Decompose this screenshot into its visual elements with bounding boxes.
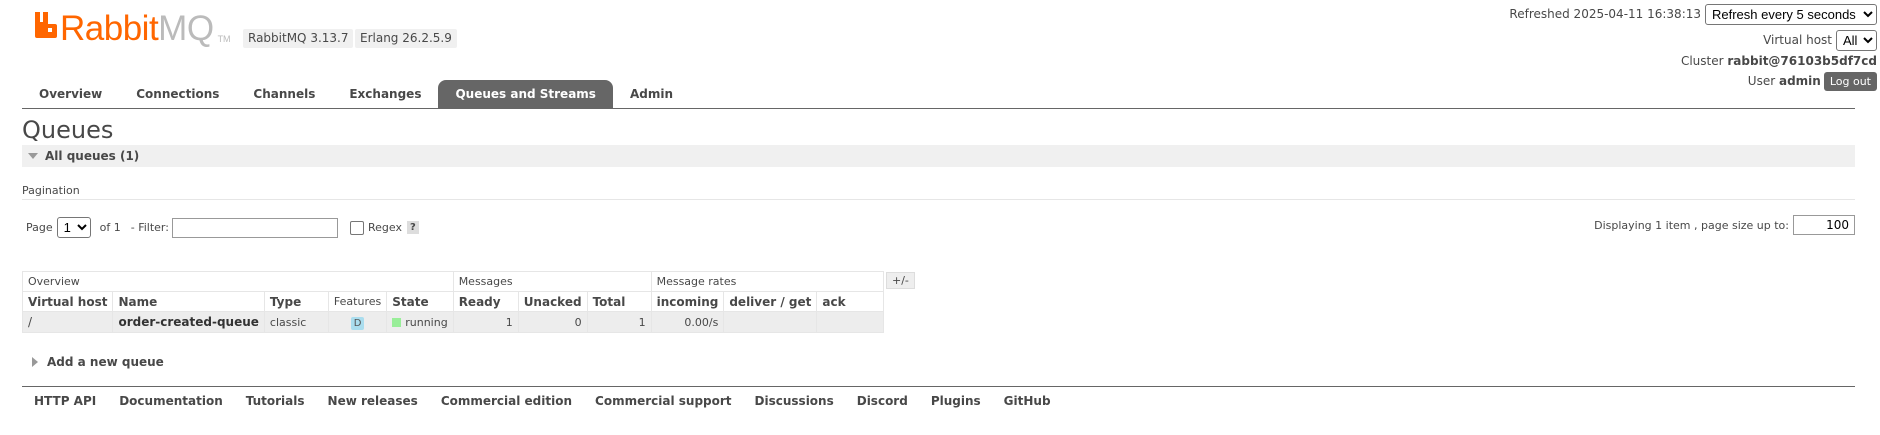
rabbitmq-version-badge: RabbitMQ 3.13.7	[243, 29, 354, 48]
cell-deliver-get	[723, 311, 818, 333]
tab-channels[interactable]: Channels	[236, 80, 332, 108]
cell-type: classic	[263, 311, 329, 333]
cell-ready: 1	[452, 311, 519, 333]
tab-connections[interactable]: Connections	[119, 80, 236, 108]
footer-link-http-api[interactable]: HTTP API	[34, 394, 96, 408]
col-type[interactable]: Type	[263, 291, 329, 312]
footer-link-tutorials[interactable]: Tutorials	[246, 394, 305, 408]
table-row: / order-created-queue classic D running …	[21, 311, 885, 333]
footer-link-discussions[interactable]: Discussions	[755, 394, 834, 408]
queues-table: Overview Messages Message rates Virtual …	[21, 271, 885, 333]
cell-incoming: 0.00/s	[650, 311, 725, 333]
pagination-label: Pagination	[22, 184, 80, 197]
col-features[interactable]: Features	[327, 291, 388, 312]
running-status-icon	[392, 317, 402, 327]
virtual-host-select[interactable]: All	[1836, 29, 1877, 51]
cell-virtual-host: /	[21, 311, 114, 333]
state-label: running	[405, 315, 448, 329]
footer-link-discord[interactable]: Discord	[857, 394, 908, 408]
col-ready[interactable]: Ready	[452, 291, 519, 312]
cell-unacked: 0	[517, 311, 588, 333]
regex-help-icon[interactable]: ?	[406, 221, 419, 234]
erlang-version-badge: Erlang 26.2.5.9	[355, 29, 457, 48]
expand-triangle-icon	[32, 357, 38, 367]
logo-trademark: TM	[217, 34, 231, 44]
cell-state: running	[386, 311, 454, 333]
col-unacked[interactable]: Unacked	[517, 291, 588, 312]
add-new-queue-toggle[interactable]: Add a new queue	[22, 355, 164, 369]
queue-name-link[interactable]: order-created-queue	[112, 311, 265, 333]
group-header-messages: Messages	[452, 271, 652, 292]
footer-divider	[22, 386, 1855, 387]
refreshed-timestamp: Refreshed 2025-04-11 16:38:13	[1509, 7, 1701, 21]
cell-features: D	[327, 311, 388, 333]
col-ack[interactable]: ack	[816, 291, 885, 312]
footer-links: HTTP API Documentation Tutorials New rel…	[34, 394, 1074, 408]
footer-link-plugins[interactable]: Plugins	[931, 394, 981, 408]
header-status: Refreshed 2025-04-11 16:38:13 Refresh ev…	[1509, 3, 1877, 91]
tab-exchanges[interactable]: Exchanges	[332, 80, 438, 108]
cluster-label: Cluster	[1680, 54, 1724, 68]
page-of-label: of 1	[99, 221, 121, 234]
col-incoming[interactable]: incoming	[650, 291, 725, 312]
col-virtual-host[interactable]: Virtual host	[21, 291, 114, 312]
col-state[interactable]: State	[386, 291, 454, 312]
pagination-controls: Page 1 of 1 - Filter: Regex ?	[26, 217, 419, 238]
collapse-triangle-icon	[28, 153, 38, 159]
page-label: Page	[26, 221, 53, 234]
column-toggle-button[interactable]: +/-	[886, 272, 915, 289]
footer-link-commercial-support[interactable]: Commercial support	[595, 394, 732, 408]
cluster-name: rabbit@76103b5df7cd	[1727, 54, 1877, 68]
displaying-label: Displaying 1 item , page size up to:	[1594, 218, 1789, 232]
virtual-host-label: Virtual host	[1763, 33, 1832, 47]
footer-link-documentation[interactable]: Documentation	[119, 394, 223, 408]
regex-label: Regex	[367, 221, 402, 234]
footer-link-new-releases[interactable]: New releases	[328, 394, 418, 408]
pagination-divider	[22, 199, 1855, 200]
add-queue-label: Add a new queue	[47, 355, 164, 369]
group-header-overview: Overview	[22, 271, 454, 292]
cell-ack	[816, 311, 885, 333]
col-name[interactable]: Name	[112, 291, 265, 312]
footer-link-github[interactable]: GitHub	[1004, 394, 1051, 408]
logo-text: RabbitMQ	[60, 9, 214, 48]
filter-input[interactable]	[171, 217, 338, 238]
tab-admin[interactable]: Admin	[613, 80, 690, 108]
main-nav-tabs: Overview Connections Channels Exchanges …	[22, 80, 1855, 109]
tab-overview[interactable]: Overview	[22, 80, 119, 108]
filter-label: - Filter:	[130, 221, 169, 234]
refresh-interval-select[interactable]: Refresh every 5 seconds	[1705, 3, 1877, 25]
page-select[interactable]: 1	[56, 217, 91, 238]
rabbit-logo-icon	[35, 12, 57, 38]
page-title: Queues	[22, 116, 114, 144]
rabbitmq-logo[interactable]: RabbitMQ TM	[33, 9, 231, 48]
col-deliver-get[interactable]: deliver / get	[723, 291, 818, 312]
all-queues-label: All queues (1)	[45, 149, 140, 163]
page-size-controls: Displaying 1 item , page size up to:	[1594, 215, 1855, 235]
group-header-message-rates: Message rates	[650, 271, 885, 292]
durable-badge: D	[350, 316, 365, 330]
tab-queues-and-streams[interactable]: Queues and Streams	[438, 80, 613, 108]
regex-checkbox[interactable]	[349, 220, 364, 235]
footer-link-commercial-edition[interactable]: Commercial edition	[441, 394, 572, 408]
all-queues-section-toggle[interactable]: All queues (1)	[22, 145, 1855, 167]
col-total[interactable]: Total	[586, 291, 652, 312]
cell-total: 1	[586, 311, 652, 333]
page-size-input[interactable]	[1793, 215, 1855, 235]
